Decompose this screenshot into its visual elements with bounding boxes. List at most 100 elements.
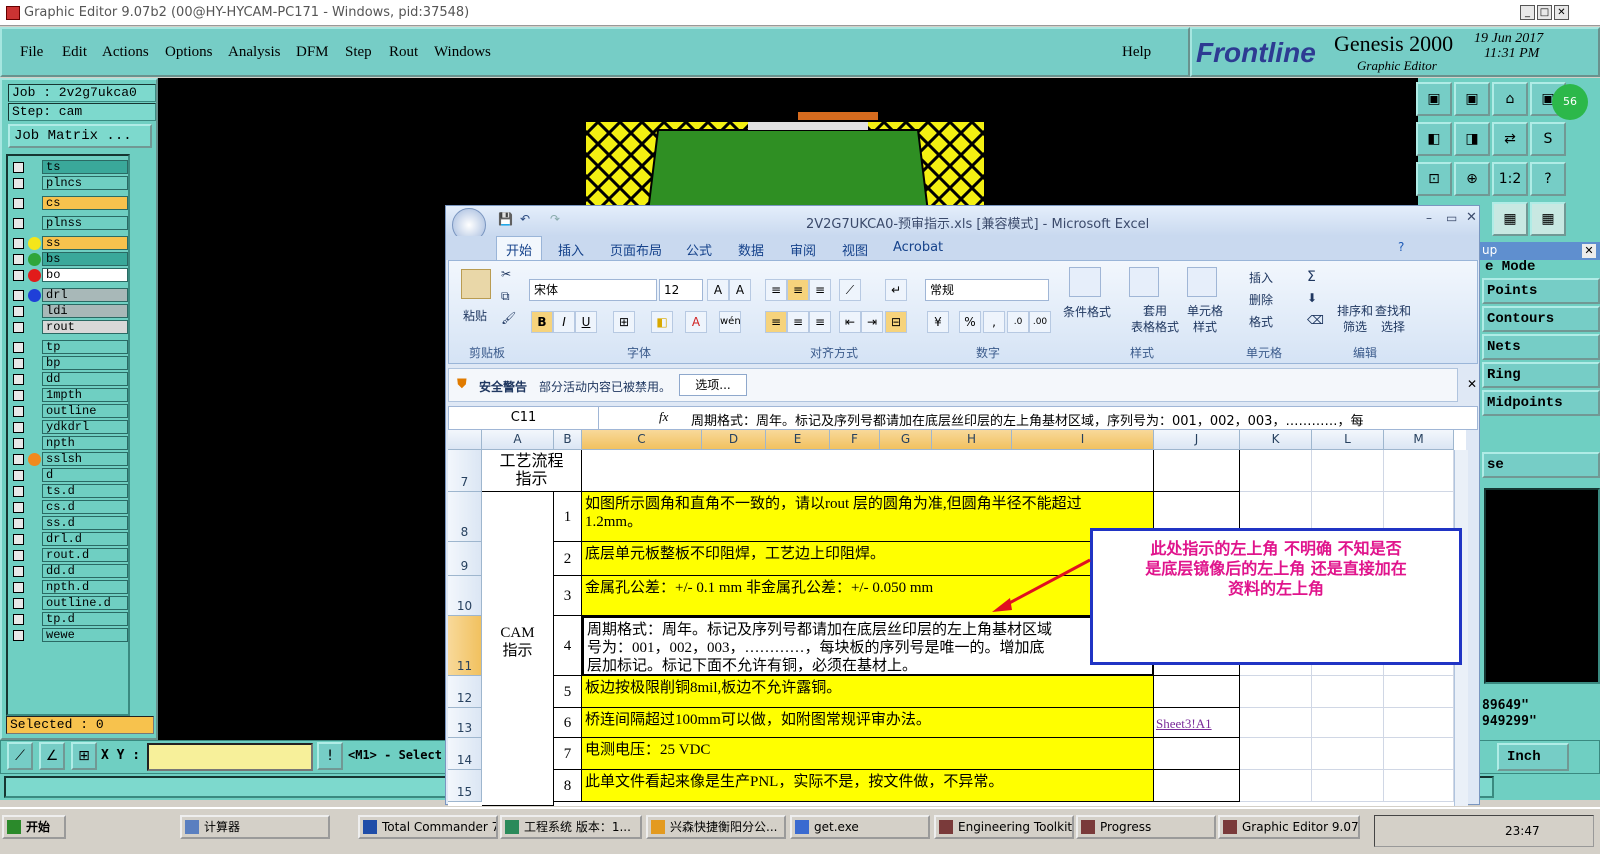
- function-icon[interactable]: fx: [659, 409, 668, 425]
- formula-input[interactable]: 周期格式：周年。标记及序列号都请加在底层丝印层的左上角基材区域，序列号为：001…: [691, 410, 1461, 429]
- item-number-cell[interactable]: 6: [554, 708, 582, 738]
- close-icon[interactable]: ✕: [1554, 5, 1569, 20]
- layer-name[interactable]: outline: [42, 404, 128, 418]
- menu-analysis[interactable]: Analysis: [228, 44, 281, 61]
- instruction-cell[interactable]: 此单文件看起来像是生产PNL，实际不是，按文件做，不异常。: [582, 770, 1154, 802]
- zoom-in-icon[interactable]: ▣: [1454, 82, 1490, 116]
- layer-name[interactable]: 1mpth: [42, 388, 128, 402]
- xy-input[interactable]: [147, 743, 313, 771]
- copy-icon[interactable]: ⧉: [501, 289, 510, 304]
- layer-checkbox[interactable]: [13, 406, 24, 417]
- layer-checkbox[interactable]: [13, 390, 24, 401]
- clear-icon[interactable]: ⌫: [1307, 313, 1324, 327]
- layer-row[interactable]: ydkdrl: [10, 420, 130, 434]
- options-button[interactable]: 选项...: [679, 374, 747, 396]
- align-top-icon[interactable]: ≡: [765, 279, 787, 301]
- tab-page-layout[interactable]: 页面布局: [610, 240, 662, 259]
- item-number-cell[interactable]: 2: [554, 542, 582, 576]
- layer-checkbox[interactable]: [13, 422, 24, 433]
- close-security-icon[interactable]: ✕: [1467, 377, 1477, 391]
- column-header[interactable]: E: [766, 430, 830, 450]
- layer-name[interactable]: d: [42, 468, 128, 482]
- tab-insert[interactable]: 插入: [558, 240, 584, 259]
- layer-checkbox[interactable]: [13, 198, 24, 209]
- task-total-commander[interactable]: Total Commander 7.0...: [358, 815, 498, 839]
- format-painter-icon[interactable]: 🖌: [501, 311, 516, 325]
- empty-cell[interactable]: [1240, 708, 1312, 738]
- menu-step[interactable]: Step: [345, 44, 372, 61]
- fill-icon[interactable]: ⬇: [1307, 291, 1317, 305]
- indent-inc-icon[interactable]: ⇥: [861, 311, 883, 333]
- layer-row[interactable]: ldi: [10, 304, 130, 318]
- ring-button[interactable]: Ring: [1482, 362, 1600, 388]
- layer-row[interactable]: ss: [10, 236, 130, 250]
- format-cells-button[interactable]: 格式: [1249, 313, 1273, 330]
- layer-checkbox[interactable]: [13, 582, 24, 593]
- quick-save-icon[interactable]: 💾: [498, 212, 513, 226]
- layer-row[interactable]: tp: [10, 340, 130, 354]
- merge-icon[interactable]: ⊟: [885, 311, 907, 333]
- pan-left-icon[interactable]: ◧: [1416, 122, 1452, 156]
- maximize-icon[interactable]: □: [1537, 5, 1552, 20]
- layer-name[interactable]: bs: [42, 252, 128, 266]
- flip-icon[interactable]: ⇄: [1492, 122, 1528, 156]
- nets-button[interactable]: Nets: [1482, 334, 1600, 360]
- zoom-home-icon[interactable]: ▣: [1416, 82, 1452, 116]
- column-header[interactable]: C: [582, 430, 702, 450]
- layer-row[interactable]: rout: [10, 320, 130, 334]
- layer-name[interactable]: ss: [42, 236, 128, 250]
- angle-icon[interactable]: ∠: [39, 742, 65, 770]
- layer-name[interactable]: rout.d: [42, 548, 128, 562]
- layer-name[interactable]: outline.d: [42, 596, 128, 610]
- unit-select[interactable]: Inch: [1497, 743, 1569, 771]
- task-graphic-editor[interactable]: Graphic Editor 9.07b2...: [1218, 815, 1360, 839]
- layer-name[interactable]: wewe: [42, 628, 128, 642]
- orientation-icon[interactable]: ⟋: [839, 279, 861, 301]
- layer-row[interactable]: d: [10, 468, 130, 482]
- note-cell[interactable]: [1154, 676, 1240, 708]
- conditional-format-button[interactable]: 条件格式: [1063, 303, 1111, 320]
- empty-cell[interactable]: [1240, 738, 1312, 770]
- increase-decimal-icon[interactable]: .0: [1007, 311, 1029, 333]
- layer-checkbox[interactable]: [13, 534, 24, 545]
- layer-checkbox[interactable]: [13, 454, 24, 465]
- layer-checkbox[interactable]: [13, 374, 24, 385]
- align-bottom-icon[interactable]: ≡: [809, 279, 831, 301]
- tab-home[interactable]: 开始: [506, 240, 532, 259]
- undo-icon[interactable]: ↶: [520, 212, 530, 226]
- layer-name[interactable]: plnss: [42, 216, 128, 230]
- minimize-icon[interactable]: –: [1426, 211, 1432, 225]
- note-cell[interactable]: [1154, 738, 1240, 770]
- layer-checkbox[interactable]: [13, 550, 24, 561]
- layer-name[interactable]: npth.d: [42, 580, 128, 594]
- layer-row[interactable]: outline.d: [10, 596, 130, 610]
- empty-cell[interactable]: [1312, 738, 1384, 770]
- layer-name[interactable]: drl: [42, 288, 128, 302]
- empty-cell[interactable]: [1312, 676, 1384, 708]
- home-icon[interactable]: ⌂: [1492, 82, 1528, 116]
- italic-icon[interactable]: I: [553, 311, 575, 333]
- layer-checkbox[interactable]: [13, 470, 24, 481]
- task-progress[interactable]: Progress: [1076, 815, 1216, 839]
- process-header-cell[interactable]: 工艺流程 指示: [482, 450, 582, 492]
- column-header[interactable]: B: [554, 430, 582, 450]
- layer-row[interactable]: drl: [10, 288, 130, 302]
- row-header[interactable]: 15: [448, 770, 482, 802]
- delete-cells-button[interactable]: 删除: [1249, 291, 1273, 308]
- item-number-cell[interactable]: 5: [554, 676, 582, 708]
- menu-file[interactable]: File: [20, 44, 43, 61]
- empty-cell[interactable]: [1240, 770, 1312, 802]
- align-middle-icon[interactable]: ≡: [787, 279, 809, 301]
- row-header[interactable]: 8: [448, 492, 482, 542]
- layer-name[interactable]: dd: [42, 372, 128, 386]
- grow-font-icon[interactable]: A: [707, 279, 729, 301]
- layer-row[interactable]: wewe: [10, 628, 130, 642]
- column-header[interactable]: J: [1154, 430, 1240, 450]
- decrease-decimal-icon[interactable]: .00: [1029, 311, 1051, 333]
- row-header[interactable]: 9: [448, 542, 482, 576]
- layer-checkbox[interactable]: [13, 438, 24, 449]
- row-header[interactable]: 13: [448, 708, 482, 738]
- table-format-button[interactable]: 套用 表格格式: [1131, 303, 1179, 335]
- scale-1-2-icon[interactable]: 1:2: [1492, 162, 1528, 196]
- help-icon[interactable]: ?: [1530, 162, 1566, 196]
